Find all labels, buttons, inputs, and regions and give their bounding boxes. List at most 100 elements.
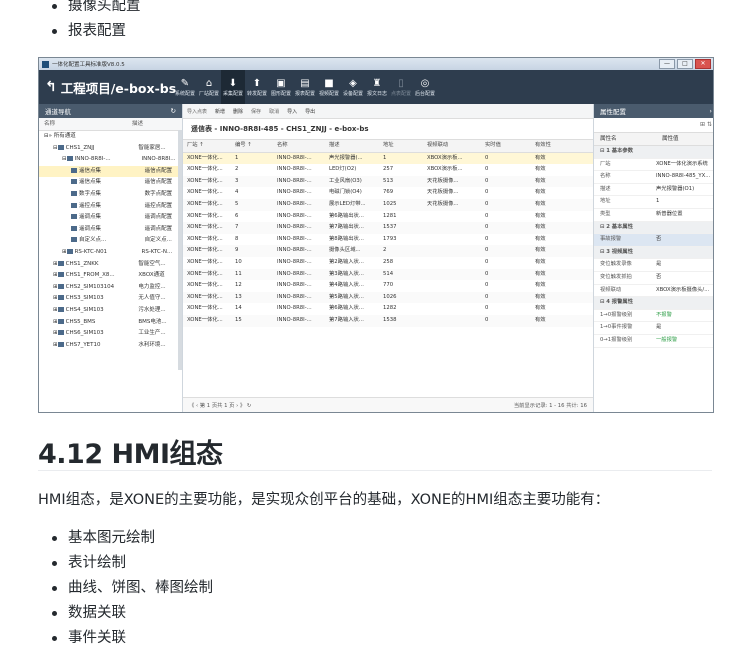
table-row[interactable]: XONE一体化... 13 INNO-8R8I-... 第5路输入状... 1026 0 有… [183,291,593,304]
toolbar-label: 报文日志 [366,90,387,97]
column-header[interactable]: 有效性 [531,140,593,152]
maximize-button[interactable]: □ [677,59,693,69]
property-row[interactable]: 描述 声光报警器(O1) [594,184,713,197]
toolbar-button-9[interactable]: ▯ 点表配置 [389,70,413,104]
table-row[interactable]: XONE一体化... 8 INNO-8R8I-... 第8路输出状... 1793 0 有效 [183,234,593,246]
property-group[interactable]: ⊟ 4 报警属性 [594,297,713,310]
property-row[interactable]: 变位触发抓拍 否 [594,272,713,285]
tree-item-label: INNO-8R8I-... [74,156,111,163]
tree-item[interactable]: 遥调点集 遥调点配置 [39,212,182,224]
property-row[interactable]: 地址 1 [594,196,713,209]
table-row[interactable]: XONE一体化... 9 INNO-8R8I-... 摄像头区域... 2 0 有效 [183,245,593,257]
category-sort-icon[interactable]: ⊞ [700,121,705,128]
column-header[interactable]: 实时值 [481,140,531,152]
table-cell: XBOX演示板... [427,166,463,173]
table-row[interactable]: XONE一体化... 6 INNO-8R8I-... 第6路输出状... 1281 0 有效 [183,211,593,223]
tree-item[interactable]: 数字点集 数字点配置 [39,189,182,201]
table-row[interactable]: XONE一体化... 5 INNO-8R8I-... 展示LED灯带... 1025 天花… [183,198,593,211]
tree-item[interactable]: ⊞ CHS7_YET10 水利环境... [39,340,182,352]
table-row[interactable]: XONE一体化... 15 INNO-8R8I-... 第7路输入状... 1538 0 有… [183,314,593,327]
table-row[interactable]: XONE一体化... 3 INNO-8R8I-... 工业风扇(O3) 513 天花板摄像… [183,175,593,188]
tree-item[interactable]: 遥信点集 遥信点配置 [39,177,182,189]
column-header[interactable]: 编号 ↑ [231,140,273,152]
column-header[interactable]: 地址 [379,140,423,152]
column-header[interactable]: 视频联动 [423,140,481,152]
table-row[interactable]: XONE一体化... 4 INNO-8R8I-... 电磁门锁(O4) 769 天花板摄像… [183,187,593,199]
toolbar-button-3[interactable]: ⬆ 转发配置 [245,70,269,104]
toolbar-button-7[interactable]: ◈ 设备配置 [341,70,365,104]
chevron-right-icon[interactable]: › [709,107,712,115]
property-name: 0→1报警级别 [600,336,633,343]
property-group[interactable]: ⊟ 1 基本参数 [594,146,713,159]
property-row[interactable]: 厂站 XONE一体化演示系统 [594,159,713,172]
toolbar-button-8[interactable]: ♜ 报文日志 [365,70,389,104]
property-row[interactable]: 变位触发录像 是 [594,259,713,272]
tree-item[interactable]: ⊞ CHS1_FROM_X8... XBOX通道 [39,270,182,282]
close-button[interactable]: ✕ [695,59,711,69]
toolbar-button-1[interactable]: ⌂ 厂站配置 [197,70,221,104]
tree-item[interactable]: 遥调点集 遥调点配置 [39,224,182,236]
pager[interactable]: 《 ‹ 第 1 页共 1 页 › 》 ↻ [189,401,251,409]
tree-item[interactable]: ⊞ RS-KTC-N01 RS-KTC-N... [39,247,182,259]
table-cell: 3 [235,177,239,184]
table-row[interactable]: XONE一体化... 1 INNO-8R8I-... 声光报警器(... 1 XBOX演示… [183,152,593,165]
property-value: 是 [656,324,662,331]
tree-item[interactable]: ⊞ CHS2_SIM103104 电力监控... [39,282,182,294]
table-toolbar-button[interactable]: 取消 [269,108,279,115]
table-toolbar-button[interactable]: 保存 [251,108,261,115]
tree-item[interactable]: ⊞ CHS1_ZNKK 智能空气... [39,259,182,271]
minimize-button[interactable]: — [659,59,675,69]
toolbar-button-10[interactable]: ◎ 后台配置 [413,70,437,104]
toolbar-button-4[interactable]: ▣ 图形配置 [269,70,293,104]
tree-item[interactable]: ⊟» 所有通道 [39,131,182,143]
column-header[interactable]: 名称 [273,140,325,152]
tree-item[interactable]: 遥控点集 遥控点配置 [39,201,182,213]
project-title[interactable]: ↰ 工程项目/e-box-bs [39,70,176,104]
property-row[interactable]: 类型 新普器位置 [594,209,713,222]
property-group[interactable]: ⊟ 3 视频属性 [594,246,713,260]
tree-item[interactable]: 自定义点... 自定义点... [39,235,182,247]
table-cell: 257 [383,166,394,173]
tree-item[interactable]: 遥信点集 遥信点配置 [39,165,182,178]
table-toolbar-button[interactable]: 导入点表 [187,108,207,115]
tree-item[interactable]: ⊟ CHS1_ZNJJ 智能家居... [39,143,182,155]
alpha-sort-icon[interactable]: ⇅ [707,121,712,128]
node-icon [57,330,64,336]
property-row[interactable]: 1→0事件报警 是 [594,322,713,335]
table-toolbar-button[interactable]: 新增 [215,108,225,115]
scrollbar[interactable] [178,130,182,370]
property-row[interactable]: 1→0报警级别 不报警 [594,310,713,323]
table-row[interactable]: XONE一体化... 12 INNO-8R8I-... 第4路输入状... 770 0 有效 [183,280,593,292]
table-toolbar-button[interactable]: 删除 [233,108,243,115]
tree-item[interactable]: ⊞ CHS4_SIM103 污水处理... [39,305,182,317]
table-row[interactable]: XONE一体化... 7 INNO-8R8I-... 第7路输出状... 1537 0 有效 [183,222,593,234]
table-row[interactable]: XONE一体化... 14 INNO-8R8I-... 第6路输入状... 1282 0 有… [183,303,593,315]
back-arrow-icon: ↰ [45,79,57,95]
property-row[interactable]: 视频联动 XBOX演示板摄像头/... [594,285,713,298]
table-cell: 0 [485,282,489,289]
toolbar-button-6[interactable]: ■ 视频配置 [317,70,341,104]
table-row[interactable]: XONE一体化... 11 INNO-8R8I-... 第3路输入状... 514 0 有效 [183,268,593,281]
refresh-icon[interactable]: ↻ [171,107,176,115]
toolbar-button-5[interactable]: ▤ 报表配置 [293,70,317,104]
table-row[interactable]: XONE一体化... 2 INNO-8R8I-... LED灯(O2) 257 XBOX演… [183,164,593,176]
table-cell: 有效 [535,247,546,254]
tree-item[interactable]: ⊟ INNO-8R8I-... INNO-8R8I... [39,154,182,166]
property-row[interactable]: 事故报警 否 [594,234,713,247]
table-cell [423,269,481,281]
property-row[interactable]: 名称 INNO-8R8I-485_YX... [594,171,713,184]
table-toolbar-button[interactable]: 导出 [305,108,315,115]
toolbar-button-2[interactable]: ⬇ 采集配置 [221,70,245,104]
column-header[interactable]: 描述 [325,140,379,152]
tree-item[interactable]: ⊞ CHS5_BMS BMS电池... [39,317,182,329]
column-header[interactable]: 厂站 ↑ [183,140,231,152]
tree-item[interactable]: ⊞ CHS6_SIM103 工业生产... [39,328,182,340]
tree-item[interactable]: ⊞ CHS3_SIM103 无人值守... [39,293,182,305]
tree-item-label: CHS3_SIM103 [65,295,104,302]
table-toolbar-button[interactable]: 导入 [287,108,297,115]
property-row[interactable]: 0→1报警级别 一般报警 [594,335,713,348]
table-cell: 0 [485,224,489,231]
property-group[interactable]: ⊟ 2 基本属性 [594,221,713,235]
toolbar-button-0[interactable]: ✎ 系统配置 [173,70,197,104]
table-row[interactable]: XONE一体化... 10 INNO-8R8I-... 第2路输入状... 258 0 有效 [183,257,593,269]
